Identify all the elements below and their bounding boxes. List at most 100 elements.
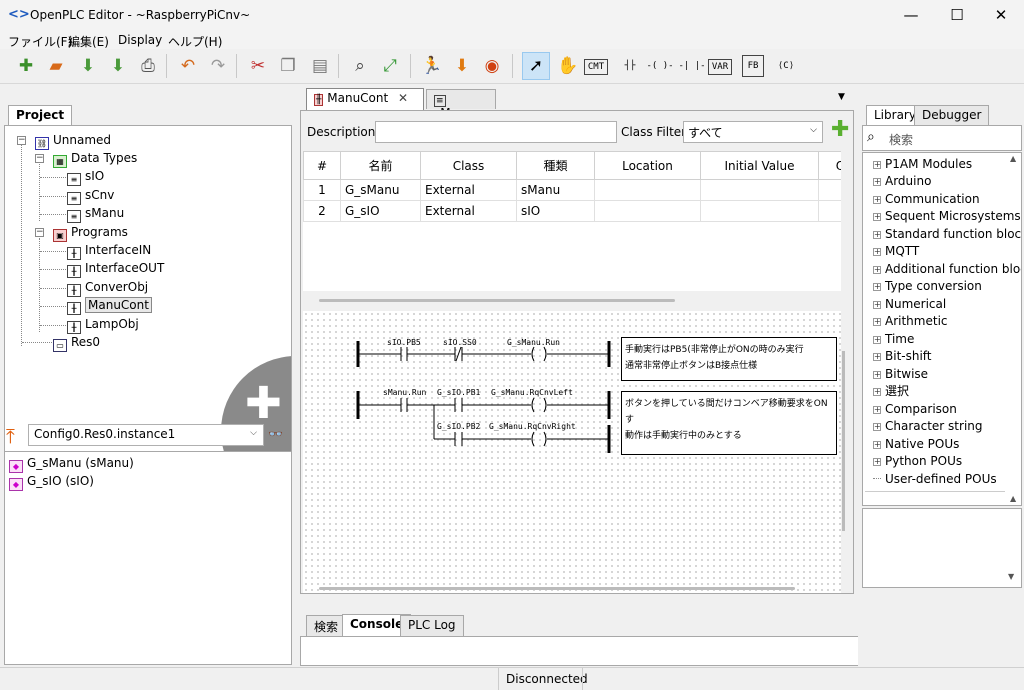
compile-icon[interactable]: ◉ <box>478 52 506 80</box>
description-input[interactable] <box>375 121 617 143</box>
menu-help[interactable]: ヘルプ(H) <box>168 33 222 50</box>
ladder-horizontal-scrollbar[interactable] <box>319 587 795 590</box>
cell-option[interactable] <box>818 200 841 222</box>
minimize-button[interactable]: — <box>888 0 934 31</box>
tree-item-program-selected[interactable]: ╫ ManuCont <box>67 297 152 315</box>
coil-icon[interactable]: -( )- <box>646 52 674 80</box>
fullscreen-icon[interactable]: ⤢ <box>376 52 404 80</box>
tab-project[interactable]: Project <box>8 105 73 125</box>
library-category[interactable]: + P1AM Modules <box>873 156 972 173</box>
column-header[interactable]: # <box>303 151 341 180</box>
download-icon[interactable]: ⬇ <box>448 52 476 80</box>
library-category[interactable]: + Communication <box>873 191 980 208</box>
tree-item-scnv[interactable]: ≡ sCnv <box>67 187 114 205</box>
instance-var-item[interactable]: ◆ G_sManu (sManu) <box>9 455 134 473</box>
tree-item-program[interactable]: ╫ ConverObj <box>67 279 148 297</box>
expand-toggle[interactable]: − <box>35 154 44 163</box>
menu-edit[interactable]: 編集(E) <box>68 33 109 50</box>
tab-manucont[interactable]: ╫ ManuCont ✕ <box>306 88 424 110</box>
glasses-icon[interactable]: 👓 <box>268 427 283 441</box>
cell-location[interactable] <box>594 200 701 222</box>
copy-icon[interactable]: ❐ <box>274 52 302 80</box>
table-row[interactable]: 2 G_sIO External sIO <box>303 200 841 222</box>
library-category[interactable]: + Time <box>873 331 914 348</box>
tab-debugger[interactable]: Debugger <box>914 105 990 125</box>
scroll-down-icon[interactable]: ▲ <box>1010 494 1016 503</box>
library-category[interactable]: + Comparison <box>873 401 957 418</box>
tree-root[interactable]: ⛓ Unnamed <box>35 132 111 150</box>
maximize-button[interactable]: ☐ <box>934 0 980 31</box>
column-header[interactable]: O <box>818 151 841 180</box>
close-tab-icon[interactable]: ✕ <box>398 91 408 105</box>
pointer-icon[interactable]: ➚ <box>522 52 550 80</box>
library-category[interactable]: + Arduino <box>873 173 931 190</box>
save-as-icon[interactable]: ⬇ <box>104 52 132 80</box>
expand-toggle[interactable]: − <box>17 136 26 145</box>
add-variable-icon[interactable]: ✚ <box>831 119 849 141</box>
tab-search[interactable]: 検索 <box>306 615 347 636</box>
library-category[interactable]: + Standard function blocks <box>873 226 1021 243</box>
library-category[interactable]: User-defined POUs <box>873 471 997 488</box>
comment-icon[interactable]: CMT <box>584 59 608 75</box>
cut-icon[interactable]: ✂ <box>244 52 272 80</box>
table-horizontal-scrollbar[interactable] <box>319 299 675 302</box>
library-category[interactable]: + Bitwise <box>873 366 928 383</box>
tree-item-smanu[interactable]: ≡ sManu <box>67 205 124 223</box>
menu-file[interactable]: ファイル(F) <box>8 33 72 50</box>
menu-display[interactable]: Display <box>118 33 162 47</box>
tree-programs[interactable]: ▣ Programs <box>53 224 128 242</box>
connector-icon[interactable]: ⟨C⟩ <box>772 52 800 80</box>
column-header[interactable]: Location <box>594 151 701 180</box>
print-icon[interactable]: ⎙ <box>134 52 162 80</box>
tree-item-resource[interactable]: ▭ Res0 <box>53 334 100 352</box>
tab-plc-log[interactable]: PLC Log <box>400 615 464 636</box>
library-category[interactable]: + Numerical <box>873 296 946 313</box>
cell-initial-value[interactable] <box>700 179 819 201</box>
tree-item-program[interactable]: ╫ LampObj <box>67 316 139 334</box>
tab-list-dropdown-icon[interactable]: ▼ <box>838 92 845 102</box>
cell-name[interactable]: G_sManu <box>340 179 421 201</box>
tree-item-sio[interactable]: ≡ sIO <box>67 168 104 186</box>
new-file-icon[interactable]: ✚ <box>12 52 40 80</box>
ladder-canvas[interactable]: sIO.PB5 sIO.SS0 G_sManu.Run sManu.Run G_… <box>303 311 841 593</box>
cell-option[interactable] <box>818 179 841 201</box>
find-icon[interactable]: ⌕ <box>346 52 374 80</box>
cell-type[interactable]: sManu <box>516 179 595 201</box>
library-category[interactable]: + Python POUs <box>873 453 962 470</box>
tree-item-program[interactable]: ╫ InterfaceIN <box>67 242 151 260</box>
function-block-icon[interactable]: FB <box>742 55 764 77</box>
tree-data-types[interactable]: ▦ Data Types <box>53 150 137 168</box>
hand-icon[interactable]: ✋ <box>554 52 582 80</box>
power-rail-icon[interactable]: ┤├ <box>616 52 644 80</box>
contact-icon[interactable]: -| |- <box>678 52 706 80</box>
close-button[interactable]: ✕ <box>978 0 1024 31</box>
library-category[interactable]: + Type conversion <box>873 278 982 295</box>
library-category[interactable]: + MQTT <box>873 243 919 260</box>
scroll-up-icon[interactable]: ▲ <box>1010 154 1016 163</box>
column-header[interactable]: 種類 <box>516 151 595 180</box>
open-folder-icon[interactable]: ▰ <box>42 52 70 80</box>
library-category[interactable]: + Native POUs <box>873 436 959 453</box>
library-category[interactable]: + Bit-shift <box>873 348 932 365</box>
class-filter-select[interactable]: すべて ⌵ <box>683 121 823 143</box>
cell-initial-value[interactable] <box>700 200 819 222</box>
library-search-input[interactable]: ⌕ 検索 <box>862 125 1022 151</box>
table-row[interactable]: 1 G_sManu External sManu <box>303 179 841 201</box>
cell-type[interactable]: sIO <box>516 200 595 222</box>
expand-toggle[interactable]: − <box>35 228 44 237</box>
comment-box[interactable]: 手動実行はPB5(非常停止がONの時のみ実行 通常非常停止ボタンはB接点仕様 <box>621 337 837 381</box>
column-header[interactable]: 名前 <box>340 151 421 180</box>
cell-class[interactable]: External <box>420 200 517 222</box>
tab-smanu[interactable]: ≡ sManu <box>426 89 496 120</box>
library-category[interactable]: + Character string <box>873 418 983 435</box>
run-icon[interactable]: 🏃 <box>418 52 446 80</box>
tree-item-program[interactable]: ╫ InterfaceOUT <box>67 260 164 278</box>
instance-var-item[interactable]: ◆ G_sIO (sIO) <box>9 473 94 491</box>
cell-location[interactable] <box>594 179 701 201</box>
library-category[interactable]: + 選択 <box>873 383 909 400</box>
instance-select[interactable]: Config0.Res0.instance1 ⌵ <box>28 424 264 446</box>
comment-box[interactable]: ボタンを押している間だけコンベア移動要求をONす 動作は手動実行中のみとする <box>621 391 837 455</box>
library-category[interactable]: +Sequent Microsystems Mo <box>873 208 1021 225</box>
save-icon[interactable]: ⬇ <box>74 52 102 80</box>
ladder-vertical-scrollbar[interactable] <box>842 351 845 531</box>
